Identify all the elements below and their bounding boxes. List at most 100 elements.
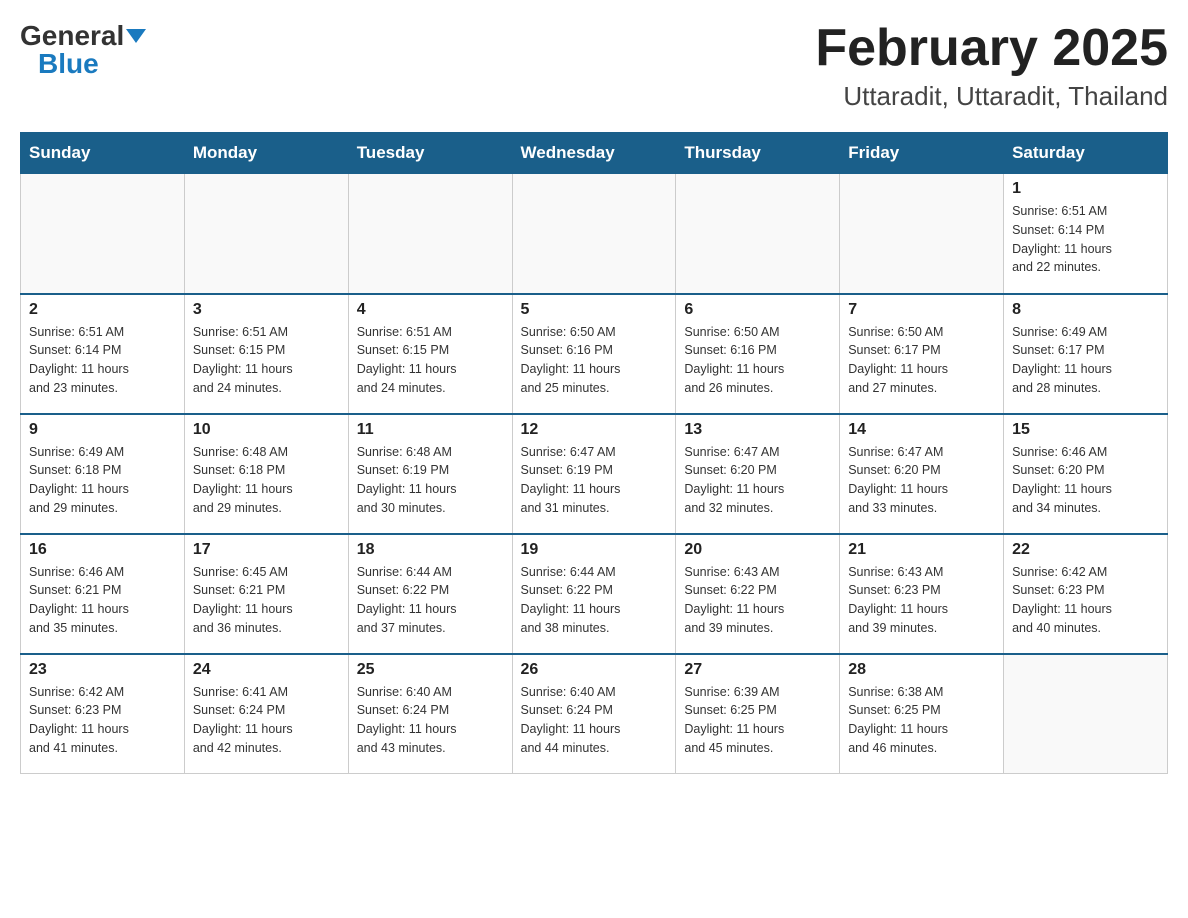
table-row: 27 Sunrise: 6:39 AMSunset: 6:25 PMDayligh…: [676, 654, 840, 774]
day-info: Sunrise: 6:44 AMSunset: 6:22 PMDaylight:…: [521, 563, 668, 638]
logo-blue-text: Blue: [38, 48, 99, 80]
table-row: 28 Sunrise: 6:38 AMSunset: 6:25 PMDayligh…: [840, 654, 1004, 774]
calendar-header-row: Sunday Monday Tuesday Wednesday Thursday…: [21, 133, 1168, 174]
col-sunday: Sunday: [21, 133, 185, 174]
day-number: 8: [1012, 301, 1159, 319]
table-row: 7Sunrise: 6:50 AMSunset: 6:17 PMDaylight…: [840, 294, 1004, 414]
day-number: 15: [1012, 421, 1159, 439]
day-number: 28: [848, 661, 995, 679]
day-number: 11: [357, 421, 504, 439]
day-info: Sunrise: 6:40 AMSunset: 6:24 PMDaylight:…: [357, 683, 504, 758]
day-number: 21: [848, 541, 995, 559]
calendar-week-row: 1 Sunrise: 6:51 AMSunset: 6:14 PMDaylight…: [21, 174, 1168, 294]
day-info: Sunrise: 6:46 AMSunset: 6:21 PMDaylight:…: [29, 563, 176, 638]
table-row: 1 Sunrise: 6:51 AMSunset: 6:14 PMDaylight…: [1004, 174, 1168, 294]
day-info: Sunrise: 6:48 AMSunset: 6:19 PMDaylight:…: [357, 443, 504, 518]
day-number: 18: [357, 541, 504, 559]
day-number: 27: [684, 661, 831, 679]
table-row: 12Sunrise: 6:47 AMSunset: 6:19 PMDayligh…: [512, 414, 676, 534]
table-row: 24 Sunrise: 6:41 AMSunset: 6:24 PMDayligh…: [184, 654, 348, 774]
day-info: Sunrise: 6:50 AMSunset: 6:16 PMDaylight:…: [521, 323, 668, 398]
day-number: 24: [193, 661, 340, 679]
table-row: 6Sunrise: 6:50 AMSunset: 6:16 PMDaylight…: [676, 294, 840, 414]
table-row: 18Sunrise: 6:44 AMSunset: 6:22 PMDayligh…: [348, 534, 512, 654]
table-row: [184, 174, 348, 294]
col-friday: Friday: [840, 133, 1004, 174]
day-info: Sunrise: 6:51 AMSunset: 6:14 PMDaylight:…: [29, 323, 176, 398]
day-number: 20: [684, 541, 831, 559]
col-tuesday: Tuesday: [348, 133, 512, 174]
day-number: 19: [521, 541, 668, 559]
day-number: 16: [29, 541, 176, 559]
table-row: 19 Sunrise: 6:44 AMSunset: 6:22 PMDayligh…: [512, 534, 676, 654]
table-row: 23Sunrise: 6:42 AMSunset: 6:23 PMDayligh…: [21, 654, 185, 774]
day-number: 2: [29, 301, 176, 319]
table-row: 17 Sunrise: 6:45 AMSunset: 6:21 PMDayligh…: [184, 534, 348, 654]
day-info: Sunrise: 6:49 AMSunset: 6:18 PMDaylight:…: [29, 443, 176, 518]
table-row: 25 Sunrise: 6:40 AMSunset: 6:24 PMDayligh…: [348, 654, 512, 774]
table-row: [676, 174, 840, 294]
table-row: 26 Sunrise: 6:40 AMSunset: 6:24 PMDayligh…: [512, 654, 676, 774]
day-info: Sunrise: 6:42 AMSunset: 6:23 PMDaylight:…: [1012, 563, 1159, 638]
day-info: Sunrise: 6:47 AMSunset: 6:20 PMDaylight:…: [848, 443, 995, 518]
day-info: Sunrise: 6:51 AMSunset: 6:14 PMDaylight:…: [1012, 202, 1159, 277]
table-row: [840, 174, 1004, 294]
calendar-week-row: 2 Sunrise: 6:51 AMSunset: 6:14 PMDaylight…: [21, 294, 1168, 414]
table-row: [348, 174, 512, 294]
table-row: 15 Sunrise: 6:46 AMSunset: 6:20 PMDayligh…: [1004, 414, 1168, 534]
table-row: [21, 174, 185, 294]
calendar-week-row: 16 Sunrise: 6:46 AMSunset: 6:21 PMDayligh…: [21, 534, 1168, 654]
day-number: 26: [521, 661, 668, 679]
page-header: General Blue February 2025 Uttaradit, Ut…: [20, 20, 1168, 112]
table-row: 10 Sunrise: 6:48 AMSunset: 6:18 PMDayligh…: [184, 414, 348, 534]
day-number: 3: [193, 301, 340, 319]
table-row: 16 Sunrise: 6:46 AMSunset: 6:21 PMDayligh…: [21, 534, 185, 654]
day-info: Sunrise: 6:48 AMSunset: 6:18 PMDaylight:…: [193, 443, 340, 518]
calendar-week-row: 9Sunrise: 6:49 AMSunset: 6:18 PMDaylight…: [21, 414, 1168, 534]
day-info: Sunrise: 6:51 AMSunset: 6:15 PMDaylight:…: [193, 323, 340, 398]
day-info: Sunrise: 6:41 AMSunset: 6:24 PMDaylight:…: [193, 683, 340, 758]
calendar-table: Sunday Monday Tuesday Wednesday Thursday…: [20, 132, 1168, 774]
calendar-week-row: 23Sunrise: 6:42 AMSunset: 6:23 PMDayligh…: [21, 654, 1168, 774]
day-info: Sunrise: 6:43 AMSunset: 6:23 PMDaylight:…: [848, 563, 995, 638]
location: Uttaradit, Uttaradit, Thailand: [815, 81, 1168, 112]
table-row: [512, 174, 676, 294]
table-row: [1004, 654, 1168, 774]
day-info: Sunrise: 6:43 AMSunset: 6:22 PMDaylight:…: [684, 563, 831, 638]
day-number: 10: [193, 421, 340, 439]
day-info: Sunrise: 6:46 AMSunset: 6:20 PMDaylight:…: [1012, 443, 1159, 518]
logo: General Blue: [20, 20, 146, 80]
day-number: 14: [848, 421, 995, 439]
day-info: Sunrise: 6:45 AMSunset: 6:21 PMDaylight:…: [193, 563, 340, 638]
table-row: 11 Sunrise: 6:48 AMSunset: 6:19 PMDayligh…: [348, 414, 512, 534]
day-info: Sunrise: 6:40 AMSunset: 6:24 PMDaylight:…: [521, 683, 668, 758]
day-number: 7: [848, 301, 995, 319]
table-row: 21 Sunrise: 6:43 AMSunset: 6:23 PMDayligh…: [840, 534, 1004, 654]
day-number: 17: [193, 541, 340, 559]
day-number: 25: [357, 661, 504, 679]
day-number: 4: [357, 301, 504, 319]
col-monday: Monday: [184, 133, 348, 174]
table-row: 4 Sunrise: 6:51 AMSunset: 6:15 PMDaylight…: [348, 294, 512, 414]
table-row: 9Sunrise: 6:49 AMSunset: 6:18 PMDaylight…: [21, 414, 185, 534]
col-thursday: Thursday: [676, 133, 840, 174]
day-info: Sunrise: 6:47 AMSunset: 6:20 PMDaylight:…: [684, 443, 831, 518]
table-row: 5Sunrise: 6:50 AMSunset: 6:16 PMDaylight…: [512, 294, 676, 414]
day-info: Sunrise: 6:38 AMSunset: 6:25 PMDaylight:…: [848, 683, 995, 758]
table-row: 3 Sunrise: 6:51 AMSunset: 6:15 PMDaylight…: [184, 294, 348, 414]
col-wednesday: Wednesday: [512, 133, 676, 174]
table-row: 20 Sunrise: 6:43 AMSunset: 6:22 PMDayligh…: [676, 534, 840, 654]
day-number: 23: [29, 661, 176, 679]
day-info: Sunrise: 6:39 AMSunset: 6:25 PMDaylight:…: [684, 683, 831, 758]
day-number: 1: [1012, 180, 1159, 198]
day-number: 6: [684, 301, 831, 319]
day-number: 13: [684, 421, 831, 439]
table-row: 14 Sunrise: 6:47 AMSunset: 6:20 PMDayligh…: [840, 414, 1004, 534]
day-info: Sunrise: 6:49 AMSunset: 6:17 PMDaylight:…: [1012, 323, 1159, 398]
logo-triangle-icon: [126, 29, 146, 43]
day-info: Sunrise: 6:51 AMSunset: 6:15 PMDaylight:…: [357, 323, 504, 398]
month-title: February 2025: [815, 20, 1168, 77]
table-row: 8 Sunrise: 6:49 AMSunset: 6:17 PMDaylight…: [1004, 294, 1168, 414]
day-number: 22: [1012, 541, 1159, 559]
table-row: 2 Sunrise: 6:51 AMSunset: 6:14 PMDaylight…: [21, 294, 185, 414]
